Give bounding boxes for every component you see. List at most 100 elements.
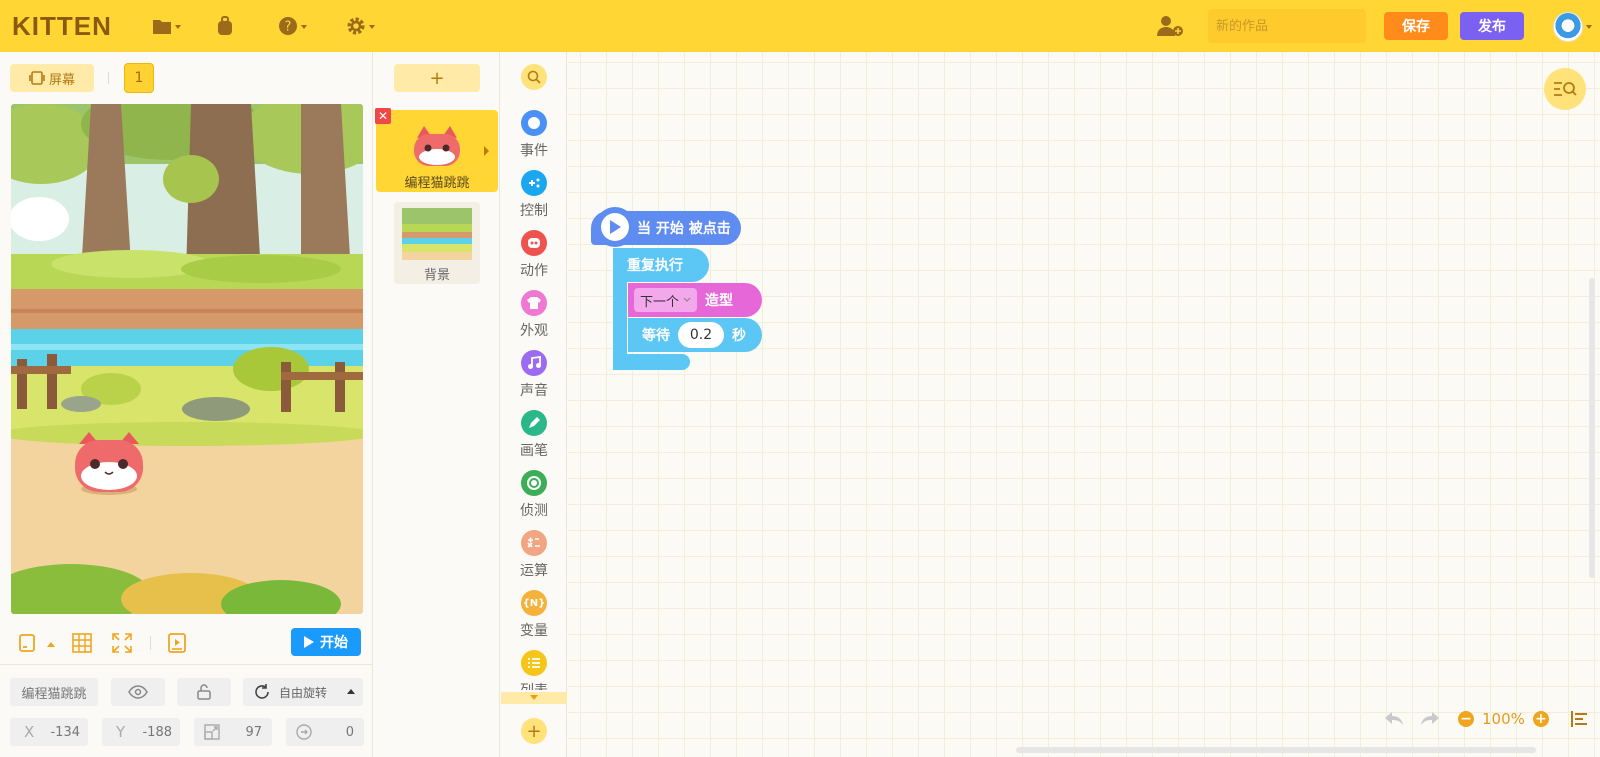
rotation-mode-select[interactable]: 自由旋转 — [243, 678, 363, 706]
y-value: -188 — [142, 724, 172, 740]
more-categories-button[interactable] — [501, 692, 567, 704]
category-label: 控制 — [520, 203, 548, 219]
repeat-block-arm — [613, 282, 627, 362]
pen-icon — [521, 410, 547, 436]
chevron-right-icon[interactable] — [484, 146, 489, 156]
sprite-name-field[interactable]: 编程猫跳跳 — [10, 678, 98, 706]
sprite-name: 编程猫跳跳 — [404, 176, 470, 191]
stage-canvas[interactable] — [11, 104, 363, 614]
category-label: 列表 — [501, 680, 567, 690]
gear-icon — [347, 17, 365, 35]
add-collaborator-button[interactable] — [1156, 14, 1184, 38]
rotate-icon — [255, 684, 269, 699]
lock-toggle[interactable] — [177, 678, 231, 706]
action-icon — [521, 230, 547, 256]
category-event[interactable]: 事件 — [501, 110, 567, 166]
screen-number-tab[interactable]: 1 — [124, 63, 154, 93]
settings-menu[interactable] — [346, 14, 375, 38]
category-control[interactable]: 控制 — [501, 170, 567, 226]
redo-icon[interactable] — [1420, 711, 1440, 727]
start-button[interactable]: 开始 — [291, 628, 361, 656]
category-sound[interactable]: 声音 — [501, 350, 567, 406]
category-label: 外观 — [520, 323, 548, 339]
size-icon — [204, 724, 220, 740]
category-sensing[interactable]: 侦测 — [501, 470, 567, 526]
align-blocks-icon[interactable] — [1570, 711, 1589, 727]
sensing-icon — [521, 470, 547, 496]
record-icon[interactable] — [168, 633, 186, 653]
y-coordinate-field[interactable]: Y -188 — [102, 718, 180, 746]
category-action[interactable]: 动作 — [501, 230, 567, 286]
repeat-forever-block[interactable]: 重复执行 — [613, 248, 709, 282]
workspace-search-button[interactable] — [1544, 68, 1586, 110]
operator-icon — [521, 530, 547, 556]
category-label: 动作 — [520, 263, 548, 279]
repeat-block-bottom — [613, 354, 690, 370]
screen-button[interactable]: 屏幕 — [10, 64, 94, 92]
file-menu[interactable] — [152, 14, 181, 38]
eye-icon — [128, 685, 148, 699]
divider — [108, 72, 109, 84]
block-label: 重复执行 — [627, 258, 683, 274]
wait-seconds-input[interactable]: 0.2 — [678, 322, 724, 348]
zoom-in-button[interactable]: + — [1532, 711, 1549, 727]
category-variable[interactable]: {N} 变量 — [501, 590, 567, 646]
chevron-down-icon — [530, 695, 538, 700]
category-list[interactable]: 列表 — [501, 650, 567, 690]
chevron-down-icon — [301, 25, 307, 29]
add-extension-button[interactable]: + — [521, 718, 547, 744]
category-label: 画笔 — [520, 443, 548, 459]
x-coordinate-field[interactable]: X -134 — [10, 718, 88, 746]
publish-button[interactable]: 发布 — [1460, 12, 1524, 40]
sprite-panel: + 编程猫跳跳 ✕ 背景 — [374, 52, 500, 757]
help-menu[interactable]: ? — [278, 14, 307, 38]
stage-panel: 屏幕 1 开始 编程猫跳跳 自由旋转 X -134 Y -188 97 0 — [0, 52, 373, 757]
avatar[interactable] — [1553, 12, 1583, 42]
chevron-down-icon — [683, 297, 691, 302]
divider — [0, 664, 373, 665]
size-field[interactable]: 97 — [194, 718, 272, 746]
category-pen[interactable]: 画笔 — [501, 410, 567, 466]
unlock-icon — [197, 684, 211, 700]
category-label: 声音 — [520, 383, 548, 399]
costume-dropdown[interactable]: 下一个 — [634, 288, 698, 312]
wait-seconds-block[interactable]: 等待 0.2 秒 — [628, 318, 762, 352]
top-bar: KITTEN ? 保存 发布 — [0, 0, 1600, 52]
backpack-button[interactable] — [216, 14, 234, 38]
sprite-card[interactable]: 编程猫跳跳 — [376, 110, 498, 192]
chevron-down-icon — [369, 25, 375, 29]
visibility-toggle[interactable] — [111, 678, 165, 706]
horizontal-scrollbar[interactable] — [1016, 747, 1536, 753]
block-search-button[interactable] — [521, 64, 547, 90]
grid-icon[interactable] — [72, 633, 92, 653]
work-name-input[interactable] — [1208, 9, 1366, 43]
zoom-out-button[interactable]: − — [1458, 711, 1474, 727]
direction-field[interactable]: 0 — [286, 718, 364, 746]
x-label: X — [24, 723, 35, 741]
stage-size-icon[interactable] — [18, 633, 36, 653]
when-start-clicked-block[interactable]: 当 开始 被点击 — [591, 207, 741, 247]
add-sprite-button[interactable]: + — [394, 64, 480, 92]
search-list-icon — [1554, 82, 1577, 96]
background-card[interactable]: 背景 — [394, 202, 480, 284]
save-button[interactable]: 保存 — [1384, 12, 1448, 40]
size-value: 97 — [245, 724, 262, 740]
rotation-label: 自由旋转 — [279, 685, 328, 700]
control-icon — [521, 170, 547, 196]
fullscreen-icon[interactable] — [112, 633, 132, 653]
kitten-sprite — [75, 432, 143, 495]
direction-value: 0 — [345, 724, 354, 740]
vertical-scrollbar[interactable] — [1589, 278, 1595, 578]
add-user-icon — [1157, 16, 1183, 36]
category-looks[interactable]: 外观 — [501, 290, 567, 346]
screen-icon — [29, 71, 45, 85]
next-costume-block[interactable]: 下一个 造型 — [628, 283, 762, 317]
stage-scene — [11, 104, 363, 614]
undo-icon[interactable] — [1384, 711, 1404, 727]
play-icon — [304, 636, 314, 648]
code-workspace[interactable]: 当 开始 被点击 重复执行 下一个 造型 等待 0.2 秒 − 100% + — [568, 52, 1600, 757]
chevron-up-icon[interactable] — [47, 642, 55, 647]
category-operator[interactable]: 运算 — [501, 530, 567, 586]
delete-sprite-button[interactable]: ✕ — [375, 108, 391, 124]
chevron-down-icon — [1586, 25, 1592, 29]
